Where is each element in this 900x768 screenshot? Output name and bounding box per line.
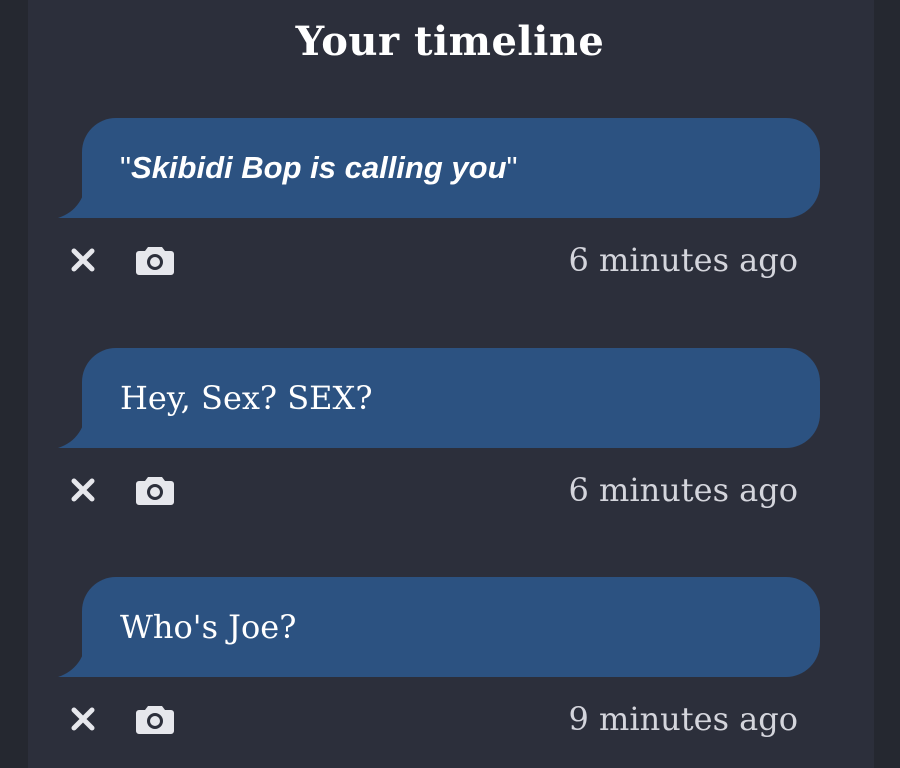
close-icon [71,707,95,731]
message-text: Who's Joe? [120,608,297,646]
message-bubble[interactable]: Hey, Sex? SEX? [82,348,820,448]
message-text: Hey, Sex? SEX? [120,379,373,417]
close-icon [71,478,95,502]
delete-button[interactable] [66,242,100,278]
timeline-entry: Hey, Sex? SEX? 6 minutes ago [0,348,900,548]
timestamp: 6 minutes ago [568,241,798,279]
entry-actions: 6 minutes ago [0,468,900,518]
message-text: Skibidi Bop is calling you [131,150,507,185]
quote-close: " [506,150,518,185]
camera-icon [136,706,174,734]
timestamp: 9 minutes ago [568,700,798,738]
camera-icon [136,477,174,505]
timestamp: 6 minutes ago [568,471,798,509]
entry-actions: 9 minutes ago [0,697,900,747]
timeline-entry: Who's Joe? 9 minutes ago [0,577,900,768]
camera-button[interactable] [134,701,176,737]
quote-open: " [120,150,132,185]
timeline-entry: " Skibidi Bop is calling you " 6 minutes a… [0,118,900,318]
delete-button[interactable] [66,701,100,737]
delete-button[interactable] [66,472,100,508]
entry-actions: 6 minutes ago [0,238,900,288]
page-title: Your timeline [295,18,605,65]
message-bubble[interactable]: " Skibidi Bop is calling you " [82,118,820,218]
camera-button[interactable] [134,472,176,508]
message-bubble[interactable]: Who's Joe? [82,577,820,677]
page: Your timeline " Skibidi Bop is calling yo… [0,0,900,768]
camera-icon [136,247,174,275]
close-icon [71,248,95,272]
camera-button[interactable] [134,242,176,278]
